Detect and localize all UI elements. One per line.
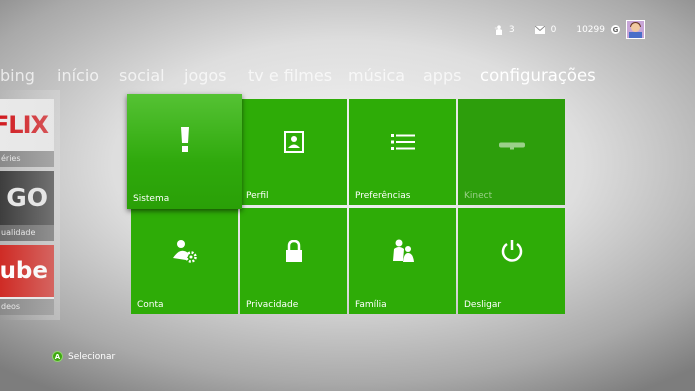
system-icon <box>179 127 191 157</box>
button-hint: A Selecionar <box>52 351 115 362</box>
nav-item-jogos[interactable]: jogos <box>184 66 227 85</box>
side-tile-youtube[interactable]: ube deos <box>0 245 54 315</box>
list-icon <box>390 133 415 155</box>
family-icon <box>391 239 415 267</box>
avatar[interactable] <box>626 20 645 39</box>
side-tile-caption: ualidade <box>0 225 54 241</box>
tile-label: Preferências <box>355 191 411 201</box>
tile-label: Privacidade <box>246 300 299 310</box>
friends-count: 3 <box>508 24 515 35</box>
tile-sistema[interactable]: Sistema <box>127 94 242 209</box>
side-tile-caption: deos <box>0 299 54 315</box>
nav-item-inicio[interactable]: início <box>57 66 99 85</box>
nav-item-musica[interactable]: música <box>348 66 405 85</box>
account-gear-icon <box>172 238 198 268</box>
side-tile-hbo-go[interactable]: GO ualidade <box>0 171 54 241</box>
youtube-logo: ube <box>0 245 54 297</box>
kinect-icon <box>498 134 525 153</box>
tile-preferencias[interactable]: Preferências <box>349 99 456 205</box>
lock-icon <box>285 239 303 266</box>
tile-label: Família <box>355 300 387 310</box>
tile-familia[interactable]: Família <box>349 208 456 314</box>
tile-privacidade[interactable]: Privacidade <box>240 208 347 314</box>
nav-item-social[interactable]: social <box>119 66 165 85</box>
hbo-go-logo: GO <box>6 182 48 212</box>
gamerscore-value: 10299 <box>576 24 605 35</box>
nav-item-apps[interactable]: apps <box>423 66 461 85</box>
messages-icon <box>534 25 545 34</box>
side-tile-netflix[interactable]: FLIX éries <box>0 99 54 167</box>
side-tile-caption: éries <box>0 151 54 167</box>
tile-label: Sistema <box>133 194 170 204</box>
messages-count: 0 <box>550 24 557 35</box>
profile-icon <box>283 130 304 157</box>
tile-label: Perfil <box>246 191 269 201</box>
select-hint-label: Selecionar <box>68 351 116 362</box>
tile-desligar[interactable]: Desligar <box>458 208 565 314</box>
power-icon <box>500 239 524 267</box>
tile-label: Desligar <box>464 300 502 310</box>
tile-label: Conta <box>137 300 164 310</box>
friends-icon <box>494 24 503 35</box>
netflix-logo: FLIX <box>0 111 49 139</box>
nav-item-configuracoes[interactable]: configurações <box>480 66 596 85</box>
tile-conta[interactable]: Conta <box>131 208 238 314</box>
tile-kinect[interactable]: Kinect <box>458 99 565 205</box>
nav-item-tv-e-filmes[interactable]: tv e filmes <box>248 66 332 85</box>
nav-item-bing[interactable]: bing <box>0 66 35 85</box>
tile-perfil[interactable]: Perfil <box>240 99 347 205</box>
tile-label: Kinect <box>464 191 493 201</box>
status-bar: 3 0 10299 G <box>494 20 645 39</box>
a-button-icon: A <box>52 351 63 362</box>
gamerscore-icon: G <box>611 25 620 34</box>
